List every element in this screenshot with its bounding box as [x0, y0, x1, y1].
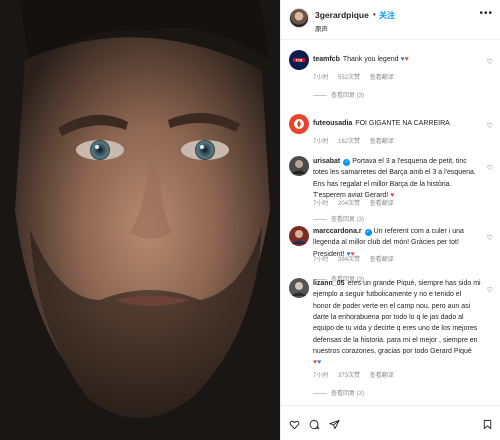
translate-link[interactable]: 查看翻译	[370, 201, 394, 207]
audio-label[interactable]: 原声	[315, 23, 328, 33]
commenter-avatar[interactable]	[289, 226, 309, 246]
comment-likes[interactable]: 182次赞	[338, 139, 360, 145]
share-icon[interactable]	[329, 419, 340, 430]
post-action-bar	[281, 405, 500, 440]
view-replies[interactable]: 查看回复 (3)	[313, 214, 364, 223]
comment-time: 7小时	[313, 257, 329, 263]
comments-list[interactable]: FCB teamfcb Thank you legend ♥♥ 7小时 552次赞…	[281, 40, 500, 405]
translate-link[interactable]: 查看翻译	[370, 373, 394, 379]
view-replies-label[interactable]: 查看回复 (3)	[331, 391, 364, 397]
like-comment-heart-icon[interactable]: ♡	[487, 286, 493, 294]
comment-username[interactable]: urisabat	[313, 158, 340, 165]
view-replies[interactable]: 查看回复 (3)	[313, 388, 364, 397]
save-icon[interactable]	[482, 419, 493, 430]
view-replies-label[interactable]: 查看回复 (3)	[331, 217, 364, 223]
view-replies-label[interactable]: 查看回复 (3)	[331, 93, 364, 99]
like-comment-heart-icon[interactable]: ♡	[487, 234, 493, 242]
commenter-avatar[interactable]: FCB	[289, 50, 309, 70]
translate-link[interactable]: 查看翻译	[370, 75, 394, 81]
more-options-button[interactable]: •••	[479, 8, 493, 19]
comment-meta: 7小时 373次赞 查看翻译	[313, 370, 402, 379]
verified-badge-icon: ✓	[364, 229, 372, 236]
comment-username[interactable]: lizann_05	[313, 280, 345, 287]
commenter-avatar[interactable]	[289, 156, 309, 176]
comment-text: urisabat ✓ Portava el 3 a l'esquena de pet…	[313, 156, 481, 201]
red-heart-emoji: ♥	[404, 56, 409, 63]
comment-username[interactable]: marccardona.r	[313, 228, 362, 235]
comment-body: FOI GIGANTE NA CARREIRA	[355, 120, 450, 127]
comment-text: teamfcb Thank you legend ♥♥	[313, 54, 481, 65]
comment-time: 7小时	[313, 139, 329, 145]
commenter-avatar[interactable]	[289, 114, 309, 134]
like-comment-heart-icon[interactable]: ♡	[487, 164, 493, 172]
post-detail-panel: 3gerardpique • 关注 原声 ••• FCB teamfcb Than…	[280, 0, 500, 440]
comment-username[interactable]: futeousadia	[313, 120, 352, 127]
view-replies[interactable]: 查看回复 (3)	[313, 90, 364, 99]
comment-time: 7小时	[313, 201, 329, 207]
comment-body: eres un grande Piqué, siempre has sido m…	[313, 280, 481, 355]
svg-text:FCB: FCB	[296, 59, 303, 63]
comment-likes[interactable]: 373次赞	[338, 373, 360, 379]
commenter-avatar[interactable]	[289, 278, 309, 298]
comment-meta: 7小时 204次赞 查看翻译	[313, 198, 402, 207]
comment-likes[interactable]: 552次赞	[338, 75, 360, 81]
comment-meta: 7小时 394次赞 查看翻译	[313, 254, 402, 263]
separator-dot: •	[373, 10, 376, 19]
comment-text: futeousadia FOI GIGANTE NA CARREIRA	[313, 118, 481, 129]
heart-icon[interactable]	[289, 419, 300, 430]
post-video-frame[interactable]	[0, 0, 280, 440]
blue-heart-emoji: ♥	[317, 359, 322, 367]
author-avatar[interactable]	[289, 8, 309, 28]
comment-meta: 7小时 552次赞 查看翻译	[313, 72, 402, 81]
author-username[interactable]: 3gerardpique	[315, 10, 369, 20]
comment-time: 7小时	[313, 373, 329, 379]
comment-username[interactable]: teamfcb	[313, 56, 340, 63]
follow-button[interactable]: 关注	[379, 10, 395, 21]
like-comment-heart-icon[interactable]: ♡	[487, 122, 493, 130]
translate-link[interactable]: 查看翻译	[370, 257, 394, 263]
post-header: 3gerardpique • 关注 原声 •••	[281, 0, 500, 40]
comment-text: lizann_05 eres un grande Piqué, siempre h…	[313, 278, 481, 369]
comment-time: 7小时	[313, 75, 329, 81]
comment-likes[interactable]: 204次赞	[338, 201, 360, 207]
translate-link[interactable]: 查看翻译	[370, 139, 394, 145]
comment-meta: 7小时 182次赞 查看翻译	[313, 136, 402, 145]
portrait-image	[0, 0, 280, 440]
like-comment-heart-icon[interactable]: ♡	[487, 58, 493, 66]
verified-badge-icon: ✓	[343, 159, 351, 166]
comment-body: Thank you legend	[342, 56, 399, 63]
comment-icon[interactable]	[309, 419, 320, 430]
comment-likes[interactable]: 394次赞	[338, 257, 360, 263]
